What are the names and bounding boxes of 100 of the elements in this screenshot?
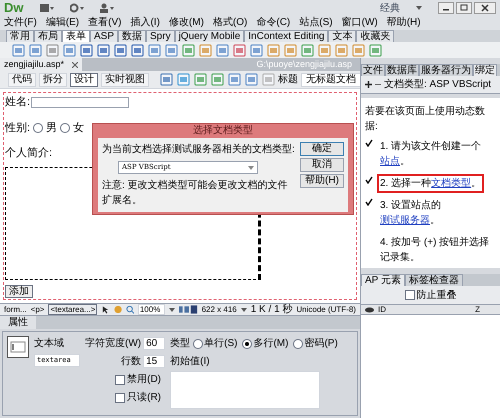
form-widget-icon[interactable] [80, 44, 93, 56]
toolbar-icon[interactable] [194, 73, 207, 86]
field-label: 个人简介: [5, 146, 52, 161]
tag-selector[interactable]: <p> [30, 304, 44, 316]
checkbox[interactable] [404, 290, 414, 300]
step-link[interactable]: 文档类型 [431, 178, 472, 189]
form-widget-icon[interactable] [46, 44, 59, 56]
form-widget-icon[interactable] [182, 44, 195, 56]
toolbar-icon[interactable] [245, 73, 258, 86]
insert-tab[interactable]: ASP [90, 30, 118, 42]
gear-icon[interactable] [70, 3, 84, 13]
panel-tab[interactable]: AP 元素 [361, 274, 405, 286]
caret-icon[interactable] [169, 308, 176, 312]
workspace-switcher[interactable]: 经典 [380, 0, 400, 16]
zoom-select[interactable]: 100% [138, 304, 166, 315]
menu-item[interactable]: 格式(O) [212, 18, 248, 28]
form-widget-icon[interactable] [369, 44, 382, 56]
close-icon[interactable] [72, 62, 78, 68]
toolbar-icon[interactable] [211, 73, 224, 86]
dialog-button[interactable]: 确定 [300, 142, 344, 156]
checkbox-label: 只读(R) [127, 390, 161, 405]
form-widget-icon[interactable] [131, 44, 144, 56]
submit-button[interactable]: 添加 [5, 285, 33, 298]
view-button[interactable]: 拆分 [39, 72, 67, 86]
radio-button[interactable] [33, 122, 44, 133]
form-widget-icon[interactable] [97, 44, 110, 56]
form-widget-icon[interactable] [114, 44, 127, 56]
panel-tab[interactable]: 文件 [361, 64, 385, 76]
char-width-field[interactable]: 60 [143, 337, 166, 350]
dialog-button[interactable]: 帮助(H) [300, 174, 344, 188]
form-widget-icon[interactable] [29, 44, 42, 56]
radio-button[interactable] [60, 122, 70, 133]
tag-selector[interactable]: form... [4, 304, 27, 316]
insert-tab[interactable]: jQuery Mobile [174, 30, 244, 42]
view-button[interactable]: 实时视图 [101, 72, 149, 86]
view-button[interactable]: 设计 [70, 72, 98, 86]
title-field[interactable]: 无标题文档 [301, 72, 361, 86]
monitor-icon[interactable] [179, 305, 198, 314]
caret-icon[interactable] [416, 6, 422, 10]
step-text: 2. 选择一种文档类型。 [377, 174, 484, 193]
checkbox[interactable] [115, 374, 126, 384]
menu-item[interactable]: 编辑(E) [46, 18, 80, 28]
insert-tab[interactable]: 常用 [6, 30, 34, 42]
layout-icon[interactable] [40, 3, 54, 13]
tag-selector[interactable]: <textarea...> [48, 304, 98, 315]
form-widget-icon[interactable] [63, 44, 76, 56]
initial-value-field[interactable] [170, 371, 320, 409]
insert-tab[interactable]: 布局 [34, 30, 62, 42]
menu-item[interactable]: 窗口(W) [342, 18, 378, 28]
menu-item[interactable]: 插入(I) [130, 18, 160, 28]
menu-item[interactable]: 修改(M) [168, 18, 204, 28]
insert-tab[interactable]: InContext Editing [244, 30, 328, 42]
form-widget-icon[interactable] [216, 44, 229, 56]
dialog-title: 选择文档类型 [192, 124, 254, 138]
close-icon[interactable] [474, 2, 496, 14]
menu-item[interactable]: 查看(V) [88, 18, 122, 28]
view-button[interactable]: 代码 [8, 72, 36, 86]
panel-tab[interactable]: 数据库 [385, 64, 419, 76]
remove-icon[interactable] [375, 81, 381, 88]
insert-tab[interactable]: 收藏夹 [356, 30, 394, 42]
toolbar-icon[interactable] [177, 73, 190, 86]
panel-tab[interactable]: 服务器行为 [419, 64, 473, 76]
checkbox[interactable] [115, 392, 126, 402]
form-widget-icon[interactable] [148, 44, 161, 56]
maximize-icon[interactable] [456, 2, 472, 14]
form-widget-icon[interactable] [233, 44, 246, 56]
instructions-text: 若要在该页面上使用动态数据: [365, 104, 486, 134]
step-link[interactable]: 站点 [380, 156, 400, 167]
panel-tab[interactable]: 属性 [0, 316, 36, 329]
form-widget-icon[interactable] [12, 44, 25, 56]
form-widget-icon[interactable] [250, 44, 263, 56]
dialog-button[interactable]: 取消 [300, 158, 344, 172]
name-field[interactable] [31, 96, 130, 108]
toolbar-icon[interactable] [228, 73, 241, 86]
form-widget-icon[interactable] [165, 44, 178, 56]
add-icon[interactable] [365, 81, 372, 88]
insert-tab[interactable]: 表单 [62, 30, 90, 42]
menu-item[interactable]: 帮助(H) [386, 18, 421, 28]
zoom-icon[interactable] [126, 305, 134, 314]
menu-item[interactable]: 文件(F) [4, 18, 37, 28]
insert-tab[interactable]: 文本 [328, 30, 356, 42]
menu-item[interactable]: 站点(S) [299, 18, 333, 28]
radio-button[interactable] [293, 338, 304, 348]
pointer-icon[interactable] [101, 305, 110, 314]
insert-tab[interactable]: 数据 [118, 30, 146, 42]
step-link[interactable]: 测试服务器 [380, 215, 430, 226]
panel-tab[interactable]: 标签检查器 [404, 274, 463, 286]
toolbar-icon[interactable] [160, 73, 173, 86]
document-tab[interactable]: zengjiajilu.asp* [0, 58, 82, 71]
app-logo: Dw [4, 0, 24, 16]
caret-icon[interactable] [240, 308, 247, 312]
panel-tab[interactable]: 绑定 [473, 64, 497, 76]
radio-button[interactable] [242, 338, 252, 348]
radio-button[interactable] [193, 338, 204, 348]
rows-field[interactable]: 15 [143, 355, 166, 368]
minimize-icon[interactable] [438, 2, 454, 14]
form-widget-icon[interactable] [301, 44, 314, 56]
user-icon[interactable] [100, 3, 114, 13]
menu-item[interactable]: 命令(C) [256, 18, 290, 28]
insert-tab[interactable]: Spry [146, 30, 175, 42]
